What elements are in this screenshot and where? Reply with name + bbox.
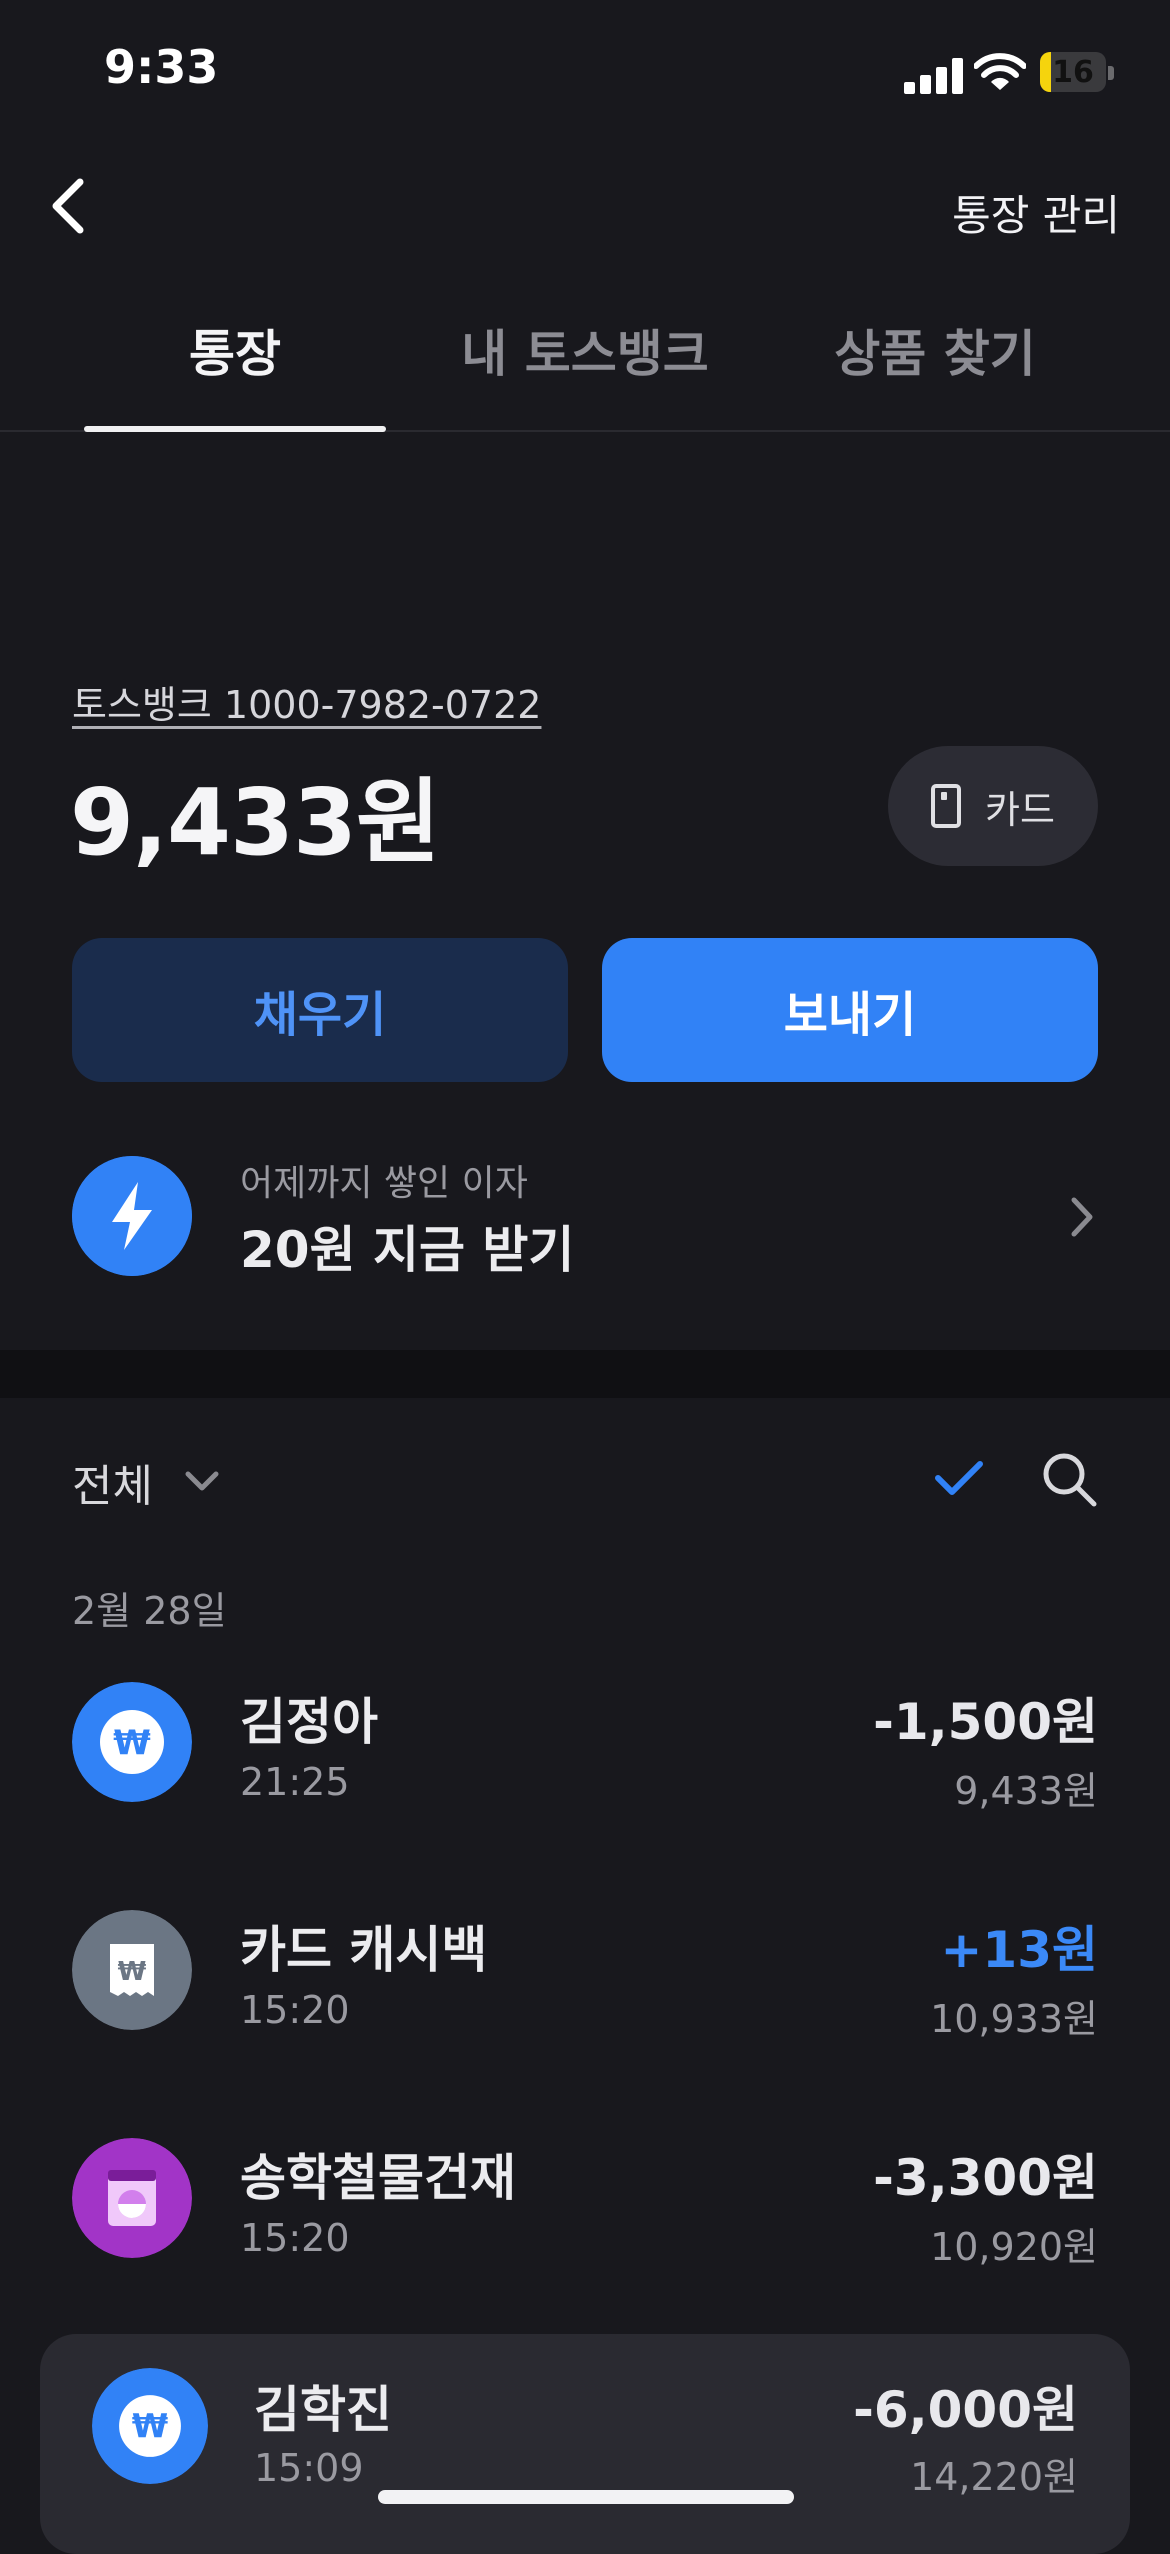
transaction-name[interactable]: 김정아 <box>240 1682 378 1754</box>
won-icon[interactable]: ₩ <box>72 1682 192 1802</box>
transaction-balance: 9,433원 <box>954 1769 1098 1813</box>
date-header: 2월 28일 <box>72 1589 227 1633</box>
interest-subtitle: 어제까지 쌓인 이자 <box>240 1163 528 1204</box>
send-button[interactable]: 보내기 <box>602 938 1098 1082</box>
cellular-signal-icon <box>904 58 964 94</box>
tab-find-products[interactable]: 상품 찾기 <box>800 314 1070 386</box>
filter-dropdown[interactable]: 전체 <box>72 1450 153 1514</box>
transaction-balance: 10,933원 <box>930 1997 1098 2041</box>
chevron-down-icon[interactable] <box>182 1466 222 1496</box>
section-separator <box>0 1350 1170 1398</box>
wifi-icon <box>974 53 1026 90</box>
transaction-name[interactable]: 송학철물건재 <box>240 2138 516 2210</box>
transaction-time: 21:25 <box>240 1760 350 1804</box>
active-tab-indicator <box>84 426 386 432</box>
tab-my-tossbank[interactable]: 내 토스뱅크 <box>440 314 730 386</box>
svg-text:₩: ₩ <box>132 2407 168 2446</box>
transaction-name[interactable]: 카드 캐시백 <box>240 1910 487 1982</box>
transaction-time: 15:20 <box>240 2216 350 2260</box>
check-icon[interactable] <box>934 1456 984 1500</box>
transaction-balance: 14,220원 <box>910 2455 1078 2499</box>
receipt-won-icon[interactable]: ₩ <box>72 1910 192 2030</box>
transaction-balance: 10,920원 <box>930 2225 1098 2269</box>
transaction-time: 15:09 <box>254 2446 364 2490</box>
transaction-amount: -3,300원 <box>873 2149 1098 2207</box>
transaction-name[interactable]: 김학진 <box>254 2370 392 2442</box>
card-button-label: 카드 <box>985 787 1055 832</box>
search-icon[interactable] <box>1040 1450 1098 1508</box>
battery-nub <box>1108 66 1114 80</box>
chevron-right-icon[interactable] <box>1066 1194 1096 1240</box>
card-button[interactable]: 카드 <box>888 746 1098 866</box>
account-manage-button[interactable]: 통장 관리 <box>952 182 1120 243</box>
battery-icon: 16 <box>1040 52 1106 92</box>
won-icon[interactable]: ₩ <box>92 2368 208 2484</box>
transaction-amount: -1,500원 <box>873 1693 1098 1751</box>
fill-button[interactable]: 채우기 <box>72 938 568 1082</box>
washing-machine-icon[interactable] <box>72 2138 192 2258</box>
battery-level: 16 <box>1052 55 1094 90</box>
status-time: 9:33 <box>104 40 219 94</box>
card-icon <box>931 784 962 828</box>
transaction-time: 15:20 <box>240 1988 350 2032</box>
transaction-amount: +13원 <box>940 1921 1098 1979</box>
account-number-link[interactable]: 토스뱅크 1000-7982-0722 <box>72 674 541 729</box>
tab-account[interactable]: 통장 <box>84 314 386 386</box>
svg-text:₩: ₩ <box>118 1957 147 1987</box>
back-chevron-icon[interactable] <box>48 176 88 236</box>
lightning-bolt-icon[interactable] <box>72 1156 192 1276</box>
svg-text:₩: ₩ <box>113 1723 151 1763</box>
home-indicator[interactable] <box>378 2490 794 2504</box>
transaction-amount: -6,000원 <box>853 2381 1078 2439</box>
interest-claim-link[interactable]: 20원 지금 받기 <box>240 1210 574 1282</box>
account-balance: 9,433원 <box>70 769 441 876</box>
